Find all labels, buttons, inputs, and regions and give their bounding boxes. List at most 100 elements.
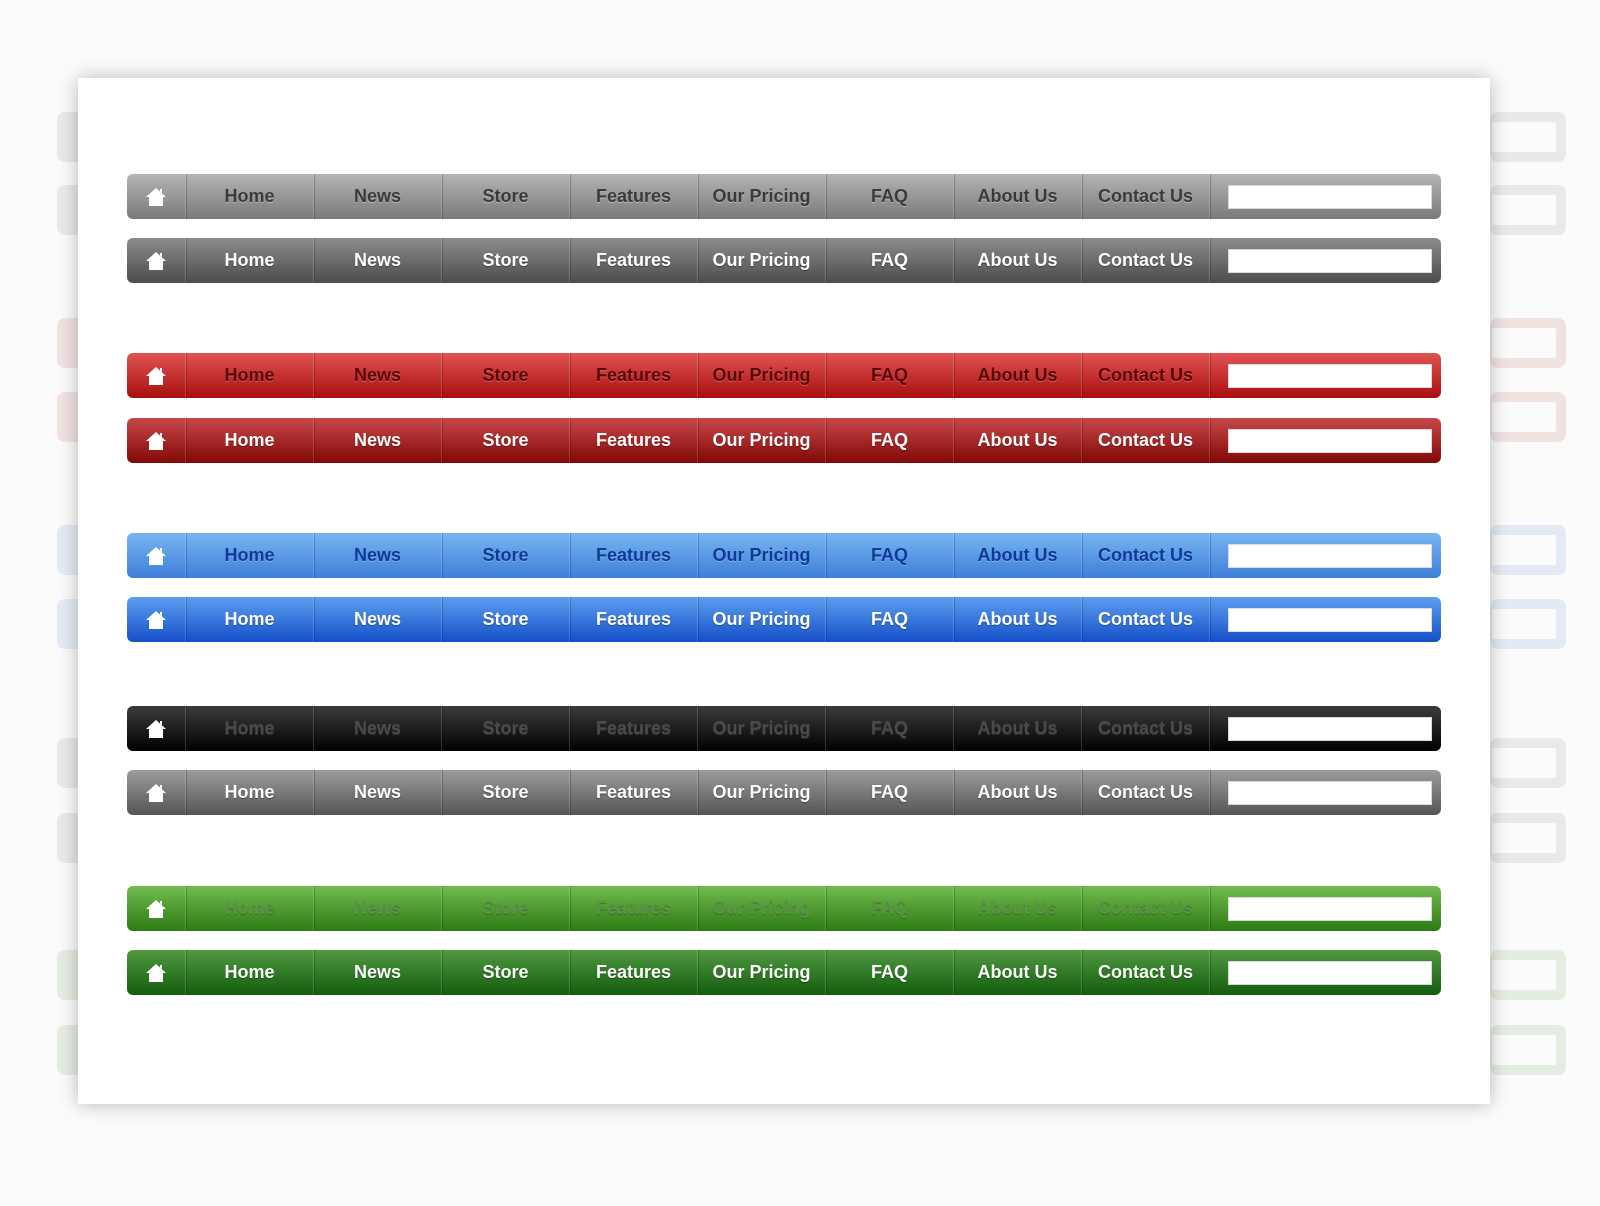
nav-item-home[interactable]: Home [185, 238, 313, 283]
nav-item-about-us[interactable]: About Us [953, 174, 1081, 219]
home-button[interactable] [127, 950, 185, 995]
nav-item-home[interactable]: Home [185, 950, 313, 995]
nav-item-home[interactable]: Home [185, 597, 313, 642]
nav-item-store[interactable]: Store [441, 950, 569, 995]
nav-item-contact-us[interactable]: Contact Us [1081, 950, 1209, 995]
nav-item-features[interactable]: Features [569, 533, 697, 578]
nav-item-home[interactable]: Home [185, 770, 313, 815]
nav-item-store[interactable]: Store [441, 533, 569, 578]
nav-item-our-pricing[interactable]: Our Pricing [697, 533, 825, 578]
nav-item-contact-us[interactable]: Contact Us [1081, 706, 1209, 751]
nav-item-faq[interactable]: FAQ [825, 950, 953, 995]
nav-item-news[interactable]: News [313, 950, 441, 995]
nav-item-faq[interactable]: FAQ [825, 706, 953, 751]
nav-item-features[interactable]: Features [569, 238, 697, 283]
nav-item-about-us[interactable]: About Us [953, 770, 1081, 815]
nav-item-our-pricing[interactable]: Our Pricing [697, 418, 825, 463]
nav-item-store[interactable]: Store [441, 770, 569, 815]
nav-item-faq[interactable]: FAQ [825, 418, 953, 463]
nav-item-faq[interactable]: FAQ [825, 174, 953, 219]
search-input[interactable] [1228, 363, 1432, 388]
search-input[interactable] [1228, 960, 1432, 985]
nav-item-news[interactable]: News [313, 533, 441, 578]
nav-item-news[interactable]: News [313, 886, 441, 931]
nav-item-our-pricing[interactable]: Our Pricing [697, 950, 825, 995]
nav-item-features[interactable]: Features [569, 706, 697, 751]
nav-item-store[interactable]: Store [441, 886, 569, 931]
search-input[interactable] [1228, 543, 1432, 568]
nav-item-our-pricing[interactable]: Our Pricing [697, 706, 825, 751]
nav-item-our-pricing[interactable]: Our Pricing [697, 770, 825, 815]
nav-item-contact-us[interactable]: Contact Us [1081, 886, 1209, 931]
search-input[interactable] [1228, 184, 1432, 209]
nav-item-contact-us[interactable]: Contact Us [1081, 238, 1209, 283]
nav-item-home[interactable]: Home [185, 706, 313, 751]
nav-item-store[interactable]: Store [441, 174, 569, 219]
nav-item-faq[interactable]: FAQ [825, 886, 953, 931]
nav-item-features[interactable]: Features [569, 418, 697, 463]
search-input[interactable] [1228, 428, 1432, 453]
nav-item-news[interactable]: News [313, 174, 441, 219]
nav-item-features[interactable]: Features [569, 886, 697, 931]
nav-item-about-us[interactable]: About Us [953, 238, 1081, 283]
nav-item-faq[interactable]: FAQ [825, 597, 953, 642]
nav-item-about-us[interactable]: About Us [953, 533, 1081, 578]
nav-item-news[interactable]: News [313, 418, 441, 463]
search-input[interactable] [1228, 607, 1432, 632]
nav-item-contact-us[interactable]: Contact Us [1081, 597, 1209, 642]
nav-item-faq[interactable]: FAQ [825, 533, 953, 578]
search-input[interactable] [1228, 780, 1432, 805]
home-button[interactable] [127, 238, 185, 283]
nav-item-home[interactable]: Home [185, 886, 313, 931]
nav-item-store[interactable]: Store [441, 706, 569, 751]
home-button[interactable] [127, 597, 185, 642]
nav-item-contact-us[interactable]: Contact Us [1081, 533, 1209, 578]
home-button[interactable] [127, 533, 185, 578]
nav-item-news[interactable]: News [313, 353, 441, 398]
nav-item-store[interactable]: Store [441, 597, 569, 642]
nav-item-our-pricing[interactable]: Our Pricing [697, 174, 825, 219]
search-input[interactable] [1228, 248, 1432, 273]
nav-item-store[interactable]: Store [441, 418, 569, 463]
nav-item-our-pricing[interactable]: Our Pricing [697, 886, 825, 931]
home-button[interactable] [127, 174, 185, 219]
nav-item-about-us[interactable]: About Us [953, 950, 1081, 995]
nav-item-about-us[interactable]: About Us [953, 418, 1081, 463]
nav-item-about-us[interactable]: About Us [953, 706, 1081, 751]
nav-item-our-pricing[interactable]: Our Pricing [697, 597, 825, 642]
nav-item-about-us[interactable]: About Us [953, 886, 1081, 931]
nav-item-home[interactable]: Home [185, 174, 313, 219]
nav-item-our-pricing[interactable]: Our Pricing [697, 353, 825, 398]
nav-item-about-us[interactable]: About Us [953, 597, 1081, 642]
nav-item-features[interactable]: Features [569, 950, 697, 995]
nav-item-our-pricing[interactable]: Our Pricing [697, 238, 825, 283]
nav-item-news[interactable]: News [313, 238, 441, 283]
home-button[interactable] [127, 770, 185, 815]
nav-item-contact-us[interactable]: Contact Us [1081, 353, 1209, 398]
home-button[interactable] [127, 706, 185, 751]
nav-item-home[interactable]: Home [185, 533, 313, 578]
nav-item-news[interactable]: News [313, 597, 441, 642]
search-input[interactable] [1228, 716, 1432, 741]
nav-item-home[interactable]: Home [185, 418, 313, 463]
nav-item-features[interactable]: Features [569, 353, 697, 398]
nav-item-news[interactable]: News [313, 706, 441, 751]
nav-item-contact-us[interactable]: Contact Us [1081, 770, 1209, 815]
nav-item-contact-us[interactable]: Contact Us [1081, 174, 1209, 219]
nav-item-contact-us[interactable]: Contact Us [1081, 418, 1209, 463]
nav-item-news[interactable]: News [313, 770, 441, 815]
nav-item-store[interactable]: Store [441, 353, 569, 398]
nav-item-faq[interactable]: FAQ [825, 238, 953, 283]
nav-item-features[interactable]: Features [569, 597, 697, 642]
nav-item-faq[interactable]: FAQ [825, 770, 953, 815]
nav-item-faq[interactable]: FAQ [825, 353, 953, 398]
home-button[interactable] [127, 886, 185, 931]
home-button[interactable] [127, 353, 185, 398]
nav-item-store[interactable]: Store [441, 238, 569, 283]
home-button[interactable] [127, 418, 185, 463]
search-input[interactable] [1228, 896, 1432, 921]
nav-item-home[interactable]: Home [185, 353, 313, 398]
nav-item-features[interactable]: Features [569, 770, 697, 815]
nav-item-features[interactable]: Features [569, 174, 697, 219]
nav-item-about-us[interactable]: About Us [953, 353, 1081, 398]
